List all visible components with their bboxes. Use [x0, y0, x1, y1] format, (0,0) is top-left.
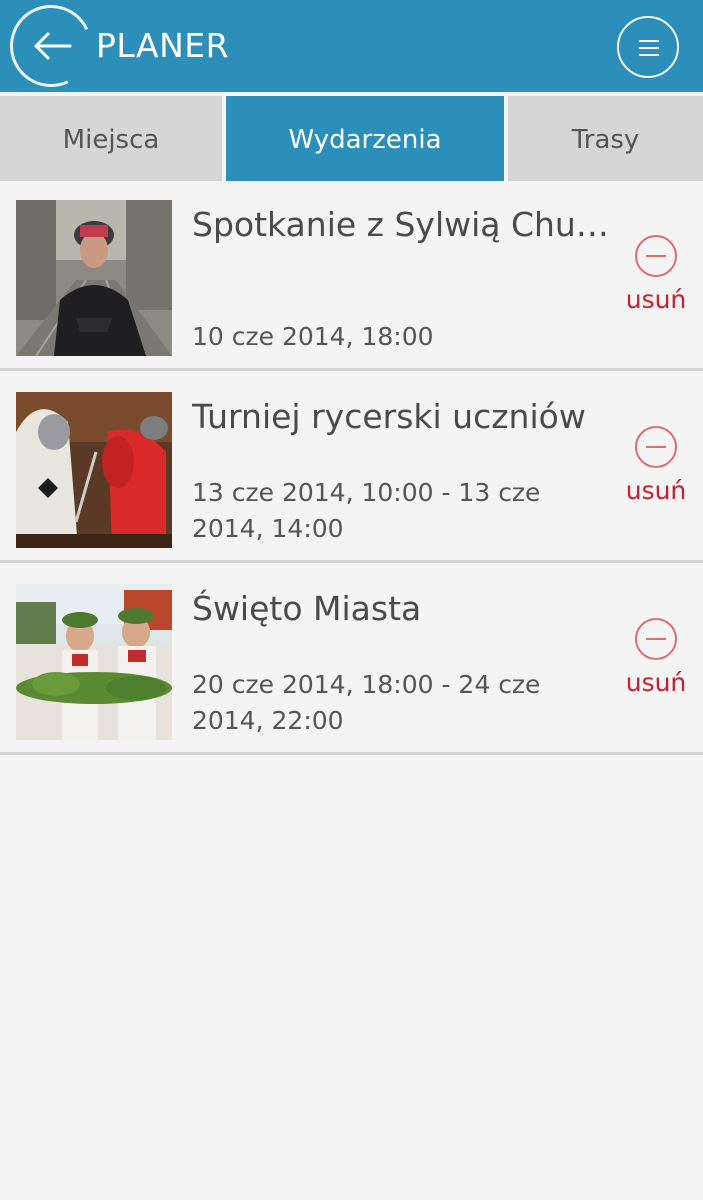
minus-circle-icon: [635, 426, 677, 468]
remove-button[interactable]: usuń: [612, 616, 700, 697]
divider: [0, 752, 703, 755]
event-thumbnail: [16, 392, 172, 548]
minus-circle-icon: [635, 618, 677, 660]
event-title: Święto Miasta: [192, 589, 422, 628]
remove-button[interactable]: usuń: [612, 424, 700, 505]
divider: [0, 368, 703, 371]
menu-button[interactable]: [617, 16, 679, 78]
list-item[interactable]: Spotkanie z Sylwią Chut... 10 cze 2014, …: [0, 181, 703, 371]
minus-circle-icon: [635, 235, 677, 277]
menu-icon: [639, 40, 659, 56]
tab-wydarzenia[interactable]: Wydarzenia: [226, 96, 504, 181]
event-date: 10 cze 2014, 18:00: [192, 322, 434, 351]
event-title: Turniej rycerski uczniów: [192, 397, 586, 436]
event-thumbnail: [16, 200, 172, 356]
event-date: 13 cze 2014, 10:00 - 13 cze 2014, 14:00: [192, 478, 541, 543]
list-item[interactable]: Turniej rycerski uczniów 13 cze 2014, 10…: [0, 373, 703, 563]
remove-button[interactable]: usuń: [612, 233, 700, 314]
tab-trasy[interactable]: Trasy: [508, 96, 703, 181]
tab-bar: Miejsca Wydarzenia Trasy: [0, 96, 703, 181]
remove-label: usuń: [625, 668, 687, 697]
remove-label: usuń: [625, 476, 687, 505]
app-header: PLANER: [0, 0, 703, 99]
list-item[interactable]: Święto Miasta 20 cze 2014, 18:00 - 24 cz…: [0, 565, 703, 755]
remove-label: usuń: [625, 285, 687, 314]
page-title: PLANER: [96, 26, 230, 65]
event-title: Spotkanie z Sylwią Chut...: [192, 205, 612, 244]
event-date: 20 cze 2014, 18:00 - 24 cze 2014, 22:00: [192, 670, 541, 735]
event-thumbnail: [16, 584, 172, 740]
divider: [0, 560, 703, 563]
arrow-left-icon[interactable]: [32, 26, 72, 66]
tab-miejsca[interactable]: Miejsca: [0, 96, 222, 181]
